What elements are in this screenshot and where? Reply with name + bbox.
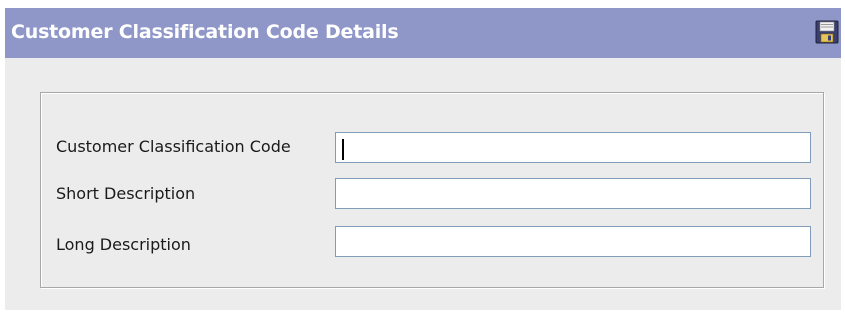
long-description-label: Long Description xyxy=(56,235,191,254)
window: Customer Classification Code Details Cus… xyxy=(0,0,845,316)
page-title: Customer Classification Code Details xyxy=(11,21,399,43)
panel-header: Customer Classification Code Details xyxy=(5,8,841,58)
form-group: Customer Classification Code Short Descr… xyxy=(40,92,824,288)
customer-classification-code-label: Customer Classification Code xyxy=(56,137,291,156)
short-description-input[interactable] xyxy=(335,178,811,209)
text-cursor xyxy=(342,139,344,160)
floppy-disk-save-icon xyxy=(815,20,839,44)
save-button[interactable] xyxy=(815,20,839,44)
long-description-input[interactable] xyxy=(335,226,811,257)
short-description-label: Short Description xyxy=(56,184,196,203)
customer-classification-code-input[interactable] xyxy=(335,132,811,163)
details-panel: Customer Classification Code Details Cus… xyxy=(5,8,841,310)
